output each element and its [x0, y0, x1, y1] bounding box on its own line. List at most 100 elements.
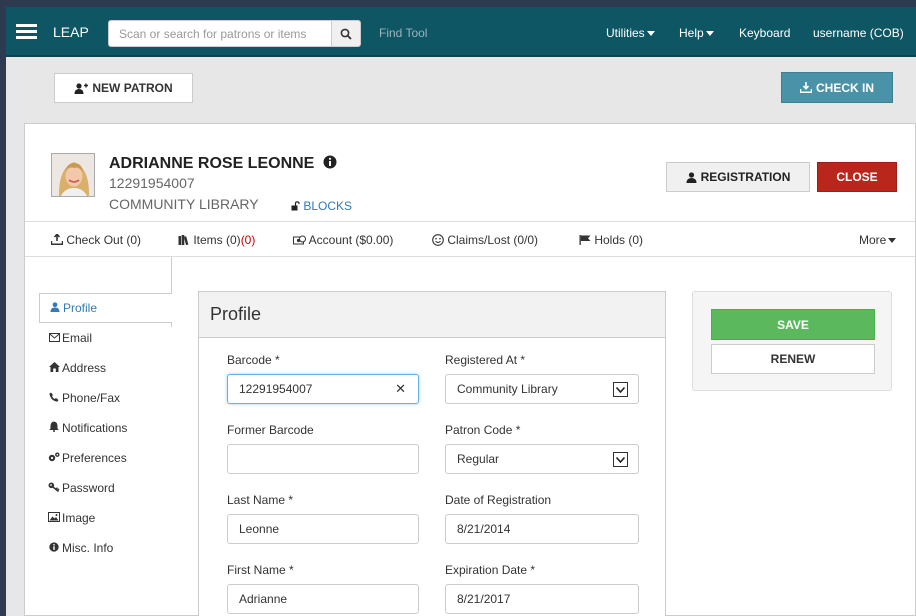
utilities-label: Utilities: [606, 26, 645, 40]
tab-account-label: Account ($0.00): [308, 233, 394, 247]
tab-account[interactable]: Account ($0.00): [293, 233, 393, 247]
tab-more[interactable]: More: [859, 233, 897, 247]
sidebar-item-label: Phone/Fax: [62, 391, 121, 405]
tab-claims-lost-label: Claims/Lost (0/0): [447, 233, 539, 247]
brand-logo[interactable]: LEAP: [53, 24, 89, 40]
patron-library: COMMUNITY LIBRARY: [109, 196, 259, 212]
first-name-field[interactable]: Adrianne: [227, 584, 419, 614]
registered-at-value: Community Library: [457, 382, 558, 396]
key-icon: [47, 474, 61, 504]
sidebar-item-preferences[interactable]: Preferences: [39, 443, 172, 473]
expiration-date-label: Expiration Date *: [445, 563, 536, 577]
hamburger-menu-icon[interactable]: [16, 24, 37, 40]
patron-record-card: ADRIANNE ROSE LEONNE 12291954007 COMMUNI…: [24, 123, 916, 616]
phone-icon: [47, 384, 61, 414]
tab-holds[interactable]: Holds (0): [579, 233, 643, 247]
last-name-value: Leonne: [239, 522, 280, 536]
chevron-down-icon: [705, 31, 714, 37]
sidebar-item-profile[interactable]: Profile: [39, 293, 172, 323]
barcode-field[interactable]: 12291954007 ✕: [227, 374, 419, 404]
sidebar-item-phone-fax[interactable]: Phone/Fax: [39, 383, 172, 413]
sidebar-item-address[interactable]: Address: [39, 353, 172, 383]
gears-icon: [47, 444, 61, 474]
tab-more-label: More: [859, 233, 887, 247]
keyboard-link[interactable]: Keyboard: [739, 26, 790, 40]
patron-name-text: ADRIANNE ROSE LEONNE: [109, 155, 315, 172]
help-label: Help: [679, 26, 704, 40]
date-of-registration-value: 8/21/2014: [457, 522, 511, 536]
registration-button[interactable]: REGISTRATION: [666, 162, 810, 192]
sidebar-item-image[interactable]: Image: [39, 503, 172, 533]
utilities-menu[interactable]: Utilities: [606, 26, 655, 40]
check-in-button[interactable]: CHECK IN: [781, 72, 893, 103]
info-icon[interactable]: [323, 155, 337, 169]
search-icon: [340, 28, 352, 40]
sidebar-item-label: Notifications: [62, 421, 128, 435]
user-menu[interactable]: username (COB): [813, 26, 904, 40]
new-patron-button[interactable]: NEW PATRON: [54, 73, 193, 103]
search-input[interactable]: [108, 20, 332, 47]
check-in-label: CHECK IN: [815, 80, 874, 95]
flag-icon: [579, 235, 591, 245]
expiration-date-field[interactable]: 8/21/2017: [445, 584, 639, 614]
patron-tabs: Check Out (0) Items (0)(0) Account ($0.0…: [25, 221, 915, 257]
tab-check-out[interactable]: Check Out (0): [50, 233, 141, 247]
chevron-down-icon: [613, 382, 628, 397]
user-icon: [686, 171, 697, 183]
sidebar-item-label: Misc. Info: [62, 541, 114, 555]
date-of-registration-label: Date of Registration: [445, 493, 552, 507]
close-button[interactable]: CLOSE: [817, 162, 897, 192]
registered-at-label: Registered At *: [445, 353, 526, 367]
former-barcode-label: Former Barcode: [227, 423, 314, 437]
patron-code-value: Regular: [457, 452, 500, 466]
clear-icon[interactable]: ✕: [395, 375, 406, 403]
tab-holds-label: Holds (0): [594, 233, 644, 247]
first-name-label: First Name *: [227, 563, 294, 577]
sidebar-item-label: Address: [62, 361, 107, 375]
home-icon: [47, 354, 61, 384]
former-barcode-field[interactable]: [227, 444, 419, 474]
patron-barcode: 12291954007: [109, 175, 195, 191]
search-button[interactable]: [331, 20, 361, 47]
chevron-down-icon: [888, 238, 897, 244]
info-icon: [47, 534, 61, 564]
tab-items-label: Items (0): [193, 233, 241, 247]
app-window: LEAP Find Tool Utilities Help Keyboard u…: [6, 7, 916, 616]
chevron-down-icon: [646, 31, 655, 37]
sidebar-item-label: Image: [62, 511, 96, 525]
tab-claims-lost[interactable]: Claims/Lost (0/0): [432, 233, 538, 247]
date-of-registration-field[interactable]: 8/21/2014: [445, 514, 639, 544]
help-menu[interactable]: Help: [679, 26, 714, 40]
patron-avatar[interactable]: [51, 153, 95, 197]
blocks-label: BLOCKS: [303, 199, 353, 213]
tab-items-overdue-count: (0): [240, 233, 256, 247]
sidebar-item-password[interactable]: Password: [39, 473, 172, 503]
profile-actions-box: SAVE RENEW: [692, 291, 892, 391]
patron-code-select[interactable]: Regular: [445, 444, 639, 474]
profile-form-panel: Profile Barcode * 12291954007 ✕ Register…: [198, 291, 666, 616]
find-tool-link[interactable]: Find Tool: [379, 26, 427, 40]
blocks-link[interactable]: BLOCKS: [291, 199, 352, 213]
user-icon: [48, 295, 62, 323]
last-name-field[interactable]: Leonne: [227, 514, 419, 544]
sidebar-item-label: Email: [62, 331, 93, 345]
barcode-label: Barcode *: [227, 353, 280, 367]
barcode-value: 12291954007: [239, 382, 313, 396]
sidebar-item-misc-info[interactable]: Misc. Info: [39, 533, 172, 563]
sidebar-item-notifications[interactable]: Notifications: [39, 413, 172, 443]
download-icon: [799, 82, 812, 93]
save-button[interactable]: SAVE: [711, 309, 875, 340]
last-name-label: Last Name *: [227, 493, 294, 507]
renew-button[interactable]: RENEW: [711, 344, 875, 374]
tab-items[interactable]: Items (0)(0): [178, 233, 255, 247]
registration-label: REGISTRATION: [700, 170, 791, 184]
patron-photo: [52, 154, 94, 196]
registered-at-select[interactable]: Community Library: [445, 374, 639, 404]
sidebar-item-label: Preferences: [62, 451, 127, 465]
top-navbar: LEAP Find Tool Utilities Help Keyboard u…: [6, 7, 916, 57]
panel-title: Profile: [199, 292, 665, 338]
profile-sidebar: Profile Email Address Phone/Fax Notifica…: [39, 293, 172, 563]
sidebar-item-email[interactable]: Email: [39, 323, 172, 353]
chevron-down-icon: [613, 452, 628, 467]
image-icon: [47, 504, 61, 534]
